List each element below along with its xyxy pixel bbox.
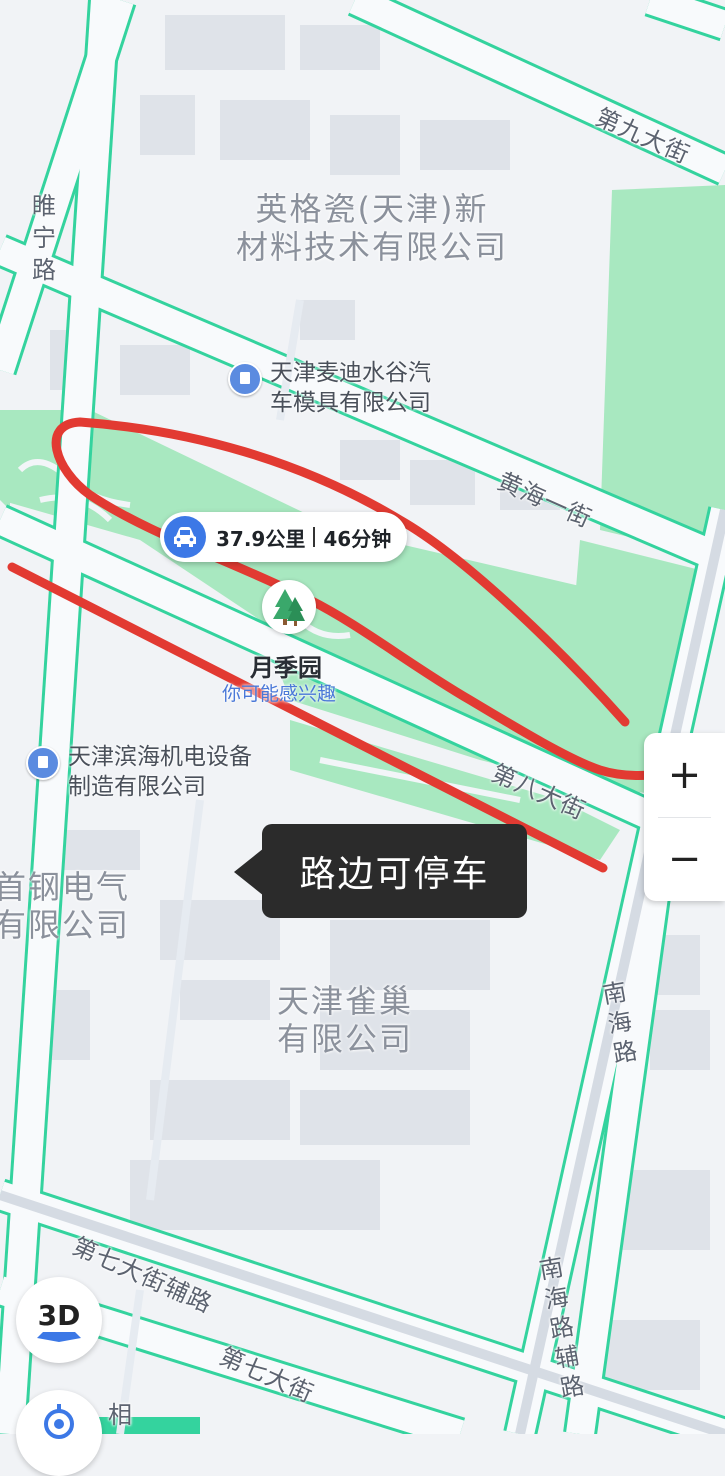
poi-binhai[interactable]: 天津滨海机电设备 制造有限公司 (26, 742, 252, 802)
3d-base-icon (37, 1331, 81, 1342)
zoom-control: + − (644, 733, 725, 901)
park-name[interactable]: 月季园 (250, 648, 322, 683)
car-icon (164, 516, 206, 558)
area-label-ingcao: 英格瓷(天津)新 材料技术有限公司 (236, 190, 509, 266)
area-label-shougang: 首钢电气 有限公司 (0, 868, 131, 944)
tooltip-text: 路边可停车 (299, 854, 490, 895)
route-separator (313, 527, 316, 547)
tooltip-arrow (234, 848, 264, 896)
building-pin-icon (26, 746, 60, 780)
area-label-quechao: 天津雀巢 有限公司 (277, 982, 414, 1058)
view-3d-button[interactable]: 3D (16, 1277, 102, 1363)
building-pin-icon (228, 362, 262, 396)
zoom-in-button[interactable]: + (644, 733, 725, 817)
roadside-parking-tooltip[interactable]: 路边可停车 (262, 824, 527, 918)
poi-maidi-label: 天津麦迪水谷汽 车模具有限公司 (270, 360, 431, 416)
road-label-suining: 睢宁路 (32, 190, 62, 286)
route-summary-pill[interactable]: 37.9公里 46分钟 (160, 512, 408, 562)
road-label-suining-text: 睢宁路 (32, 192, 57, 284)
poi-binhai-label: 天津滨海机电设备 制造有限公司 (68, 744, 252, 800)
route-duration: 46分钟 (323, 526, 392, 551)
locate-icon (44, 1404, 74, 1439)
view-3d-label: 3D (37, 1298, 81, 1332)
poi-maidi[interactable]: 天津麦迪水谷汽 车模具有限公司 (228, 358, 431, 418)
tree-icon[interactable] (262, 580, 316, 634)
zoom-out-button[interactable]: − (644, 817, 725, 901)
park-subtitle: 你可能感兴趣 (222, 683, 337, 705)
route-distance: 37.9公里 (216, 526, 306, 551)
locate-button[interactable] (16, 1390, 102, 1476)
road-label-xiang: 相 (108, 1401, 133, 1429)
